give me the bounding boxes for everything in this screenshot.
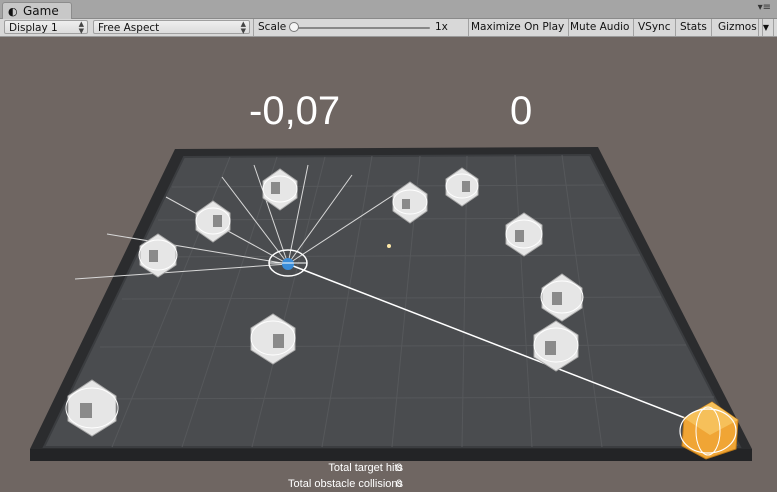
gizmos-button[interactable]: Gizmos [714,19,763,36]
gizmos-label: Gizmos [718,21,757,33]
score-right: 0 [510,89,533,133]
tab-strip: ◐ Game ▾≡ [0,0,777,19]
scale-label: Scale [258,21,287,33]
mute-audio-button[interactable]: Mute Audio [566,19,635,36]
maximize-on-play-label: Maximize On Play [471,21,565,33]
display-dropdown-label: Display 1 [9,22,58,34]
scale-value: 1x [435,21,448,33]
window-menu-icon[interactable]: ▾≡ [758,2,771,13]
dropdown-arrows-icon: ▲ ▼ [78,20,84,35]
aspect-dropdown-label: Free Aspect [98,22,160,34]
game-viewport[interactable]: -0,07 0 Total target hits 0 Total obstac… [0,37,777,492]
light-gizmo-icon [387,244,391,248]
vsync-label: VSync [638,21,671,33]
arena-wall-front [30,449,752,461]
tab-game-label: Game [23,4,59,18]
game-controller-icon: ◐ [8,5,18,18]
stats-label: Stats [680,21,707,33]
obstacle-collisions-value: 0 [396,478,403,490]
target-hits-label: Total target hits [328,462,403,474]
scene-render [30,147,752,461]
mute-audio-label: Mute Audio [570,21,630,33]
stats-button[interactable]: Stats [676,19,712,36]
scale-slider-thumb[interactable] [289,22,299,32]
vsync-button[interactable]: VSync [634,19,676,36]
tab-game[interactable]: ◐ Game [2,2,72,19]
obstacle-collisions-label: Total obstacle collisions [288,478,403,490]
display-dropdown[interactable]: Display 1 ▲ ▼ [4,20,88,35]
aspect-dropdown[interactable]: Free Aspect ▲ ▼ [93,20,250,35]
arena-floor [42,153,742,448]
game-toolbar: Display 1 ▲ ▼ Free Aspect ▲ ▼ Scale 1x Max… [0,19,777,37]
score-left: -0,07 [249,89,341,133]
gizmos-dropdown-icon[interactable]: ▼ [758,19,774,36]
dropdown-arrows-icon: ▲ ▼ [240,20,246,35]
maximize-on-play-button[interactable]: Maximize On Play [467,19,570,36]
target-hits-value: 0 [396,462,403,474]
scale-slider-track[interactable] [290,27,430,29]
